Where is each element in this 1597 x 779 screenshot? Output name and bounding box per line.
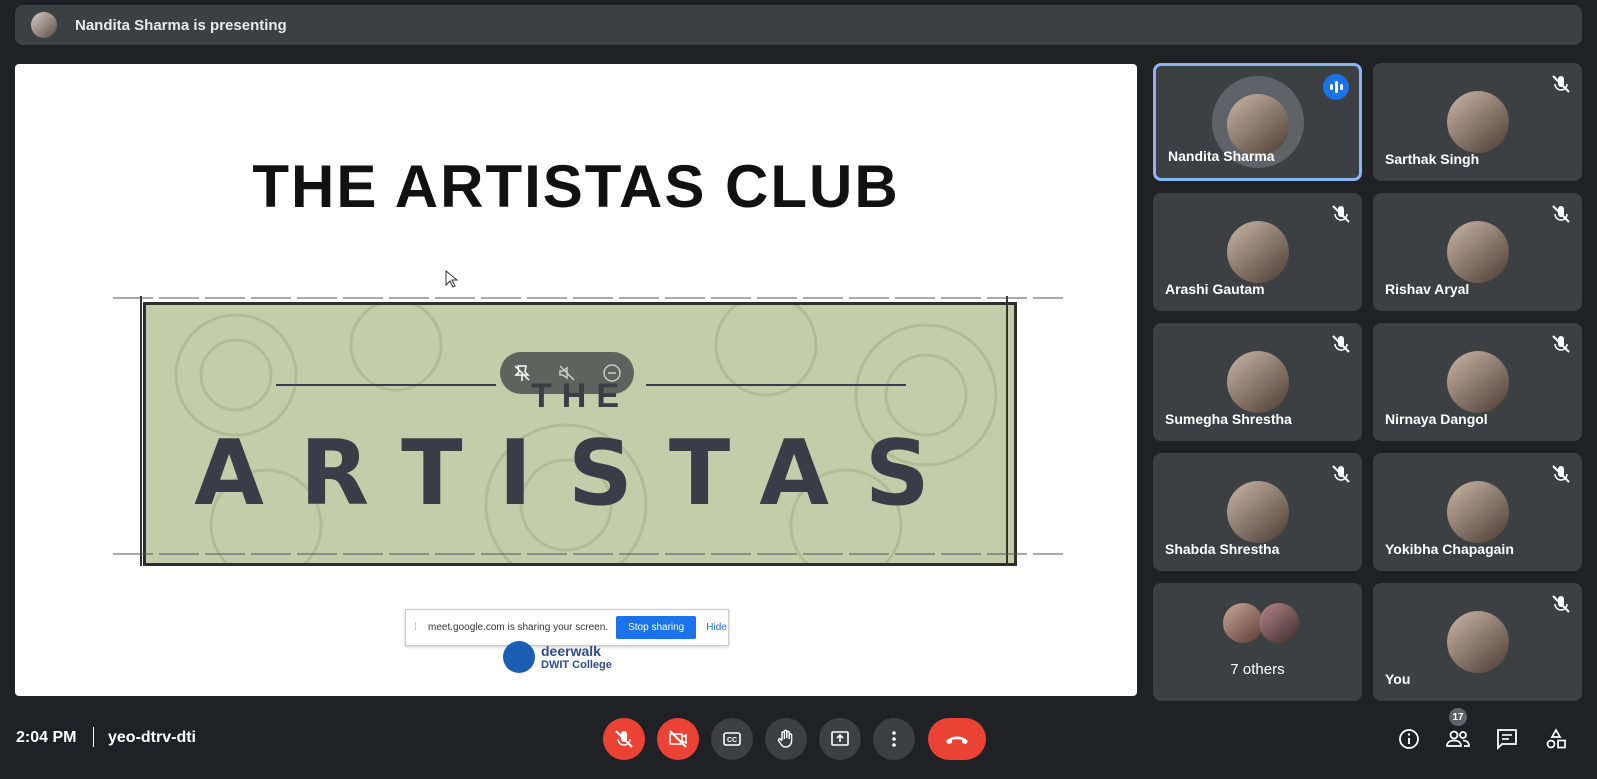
microphone-button[interactable] <box>603 718 645 760</box>
captions-button[interactable]: CC <box>711 718 753 760</box>
more-options-button[interactable] <box>873 718 915 760</box>
camera-off-icon <box>669 730 687 748</box>
mic-off-icon <box>1332 335 1350 353</box>
shared-screen: THE ARTISTAS CLUB THE ARTISTAS ⁞ meet.go… <box>15 64 1137 696</box>
participant-name: You <box>1385 671 1411 687</box>
info-icon <box>1399 729 1419 749</box>
mouse-cursor-icon <box>445 270 459 288</box>
participant-count-badge: 17 <box>1449 708 1467 726</box>
avatar <box>1223 603 1263 643</box>
deerwalk-logo-icon <box>503 641 535 673</box>
avatar <box>1446 611 1509 673</box>
avatar <box>1226 481 1289 543</box>
art-name-text: ARTISTAS <box>194 421 966 526</box>
camera-button[interactable] <box>657 718 699 760</box>
mic-off-icon <box>1332 465 1350 483</box>
participant-tile[interactable]: Rishav Aryal <box>1373 193 1582 311</box>
others-tile[interactable]: 7 others <box>1153 583 1362 701</box>
raise-hand-button[interactable] <box>765 718 807 760</box>
college-logo: deerwalk DWIT College <box>503 641 612 673</box>
avatar <box>1446 481 1509 543</box>
present-button[interactable] <box>819 718 861 760</box>
raise-hand-icon <box>777 729 793 748</box>
logo-line1: deerwalk <box>541 643 601 659</box>
end-call-icon <box>946 736 968 744</box>
mute-sound-icon[interactable] <box>556 362 578 384</box>
mic-off-icon <box>1552 595 1570 613</box>
participant-name: Shabda Shrestha <box>1165 541 1280 557</box>
participant-name: Nandita Sharma <box>1168 148 1275 164</box>
control-bar: 2:04 PM yeo-dtrv-dti CC 17 <box>0 700 1597 779</box>
meeting-details-button[interactable] <box>1388 718 1430 760</box>
chat-icon <box>1497 729 1517 751</box>
pin-off-icon[interactable] <box>511 362 533 384</box>
captions-icon: CC <box>723 732 741 746</box>
others-count: 7 others <box>1230 661 1285 678</box>
stop-sharing-button[interactable]: Stop sharing <box>616 616 697 639</box>
meeting-code: yeo-dtrv-dti <box>108 729 196 746</box>
participant-tile[interactable]: Sarthak Singh <box>1373 63 1582 181</box>
avatar <box>1226 94 1289 156</box>
avatar <box>1446 221 1509 283</box>
participant-name: Yokibha Chapagain <box>1385 541 1514 557</box>
presenting-text: Nandita Sharma is presenting <box>75 16 287 34</box>
divider <box>93 727 94 747</box>
mic-off-icon <box>1552 205 1570 223</box>
avatar <box>1446 351 1509 413</box>
participant-tile[interactable]: Shabda Shrestha <box>1153 453 1362 571</box>
end-call-button[interactable] <box>928 718 986 760</box>
mic-off-icon <box>1552 335 1570 353</box>
tile-overlay-controls <box>500 352 634 394</box>
more-icon <box>892 731 896 747</box>
avatar <box>1259 603 1299 643</box>
avatar <box>1446 91 1509 153</box>
mic-off-icon <box>1332 205 1350 223</box>
participant-name: Rishav Aryal <box>1385 281 1470 297</box>
drag-handle-icon[interactable]: ⁞ <box>414 622 422 633</box>
activities-icon <box>1546 728 1566 749</box>
share-message: meet.google.com is sharing your screen. <box>428 622 609 633</box>
self-tile[interactable]: You <box>1373 583 1582 701</box>
avatar <box>1226 351 1289 413</box>
svg-text:CC: CC <box>727 737 737 744</box>
speaking-indicator-icon <box>1323 74 1349 100</box>
participant-tile[interactable]: Nandita Sharma <box>1153 63 1362 181</box>
artistas-banner-art: THE ARTISTAS <box>143 302 1017 566</box>
avatar <box>1226 221 1289 283</box>
participant-tile[interactable]: Yokibha Chapagain <box>1373 453 1582 571</box>
remove-icon[interactable] <box>601 362 623 384</box>
participant-tile[interactable]: Sumegha Shrestha <box>1153 323 1362 441</box>
people-icon <box>1446 730 1470 747</box>
logo-line2: DWIT College <box>541 659 612 671</box>
participant-tile[interactable]: Nirnaya Dangol <box>1373 323 1582 441</box>
mic-off-icon <box>1552 465 1570 483</box>
mic-off-icon <box>615 730 633 748</box>
clock: 2:04 PM <box>16 729 77 746</box>
participant-name: Nirnaya Dangol <box>1385 411 1488 427</box>
participant-name: Sarthak Singh <box>1385 151 1480 167</box>
hide-link[interactable]: Hide <box>706 622 727 633</box>
participant-name: Sumegha Shrestha <box>1165 411 1292 427</box>
participant-name: Arashi Gautam <box>1165 281 1265 297</box>
chat-button[interactable] <box>1486 718 1528 760</box>
activities-button[interactable] <box>1535 718 1577 760</box>
participant-tile[interactable]: Arashi Gautam <box>1153 193 1362 311</box>
presenting-banner: Nandita Sharma is presenting <box>15 5 1582 45</box>
slide-title: THE ARTISTAS CLUB <box>252 153 900 220</box>
presenter-avatar <box>31 12 57 38</box>
mic-off-icon <box>1552 75 1570 93</box>
present-icon <box>831 731 849 746</box>
